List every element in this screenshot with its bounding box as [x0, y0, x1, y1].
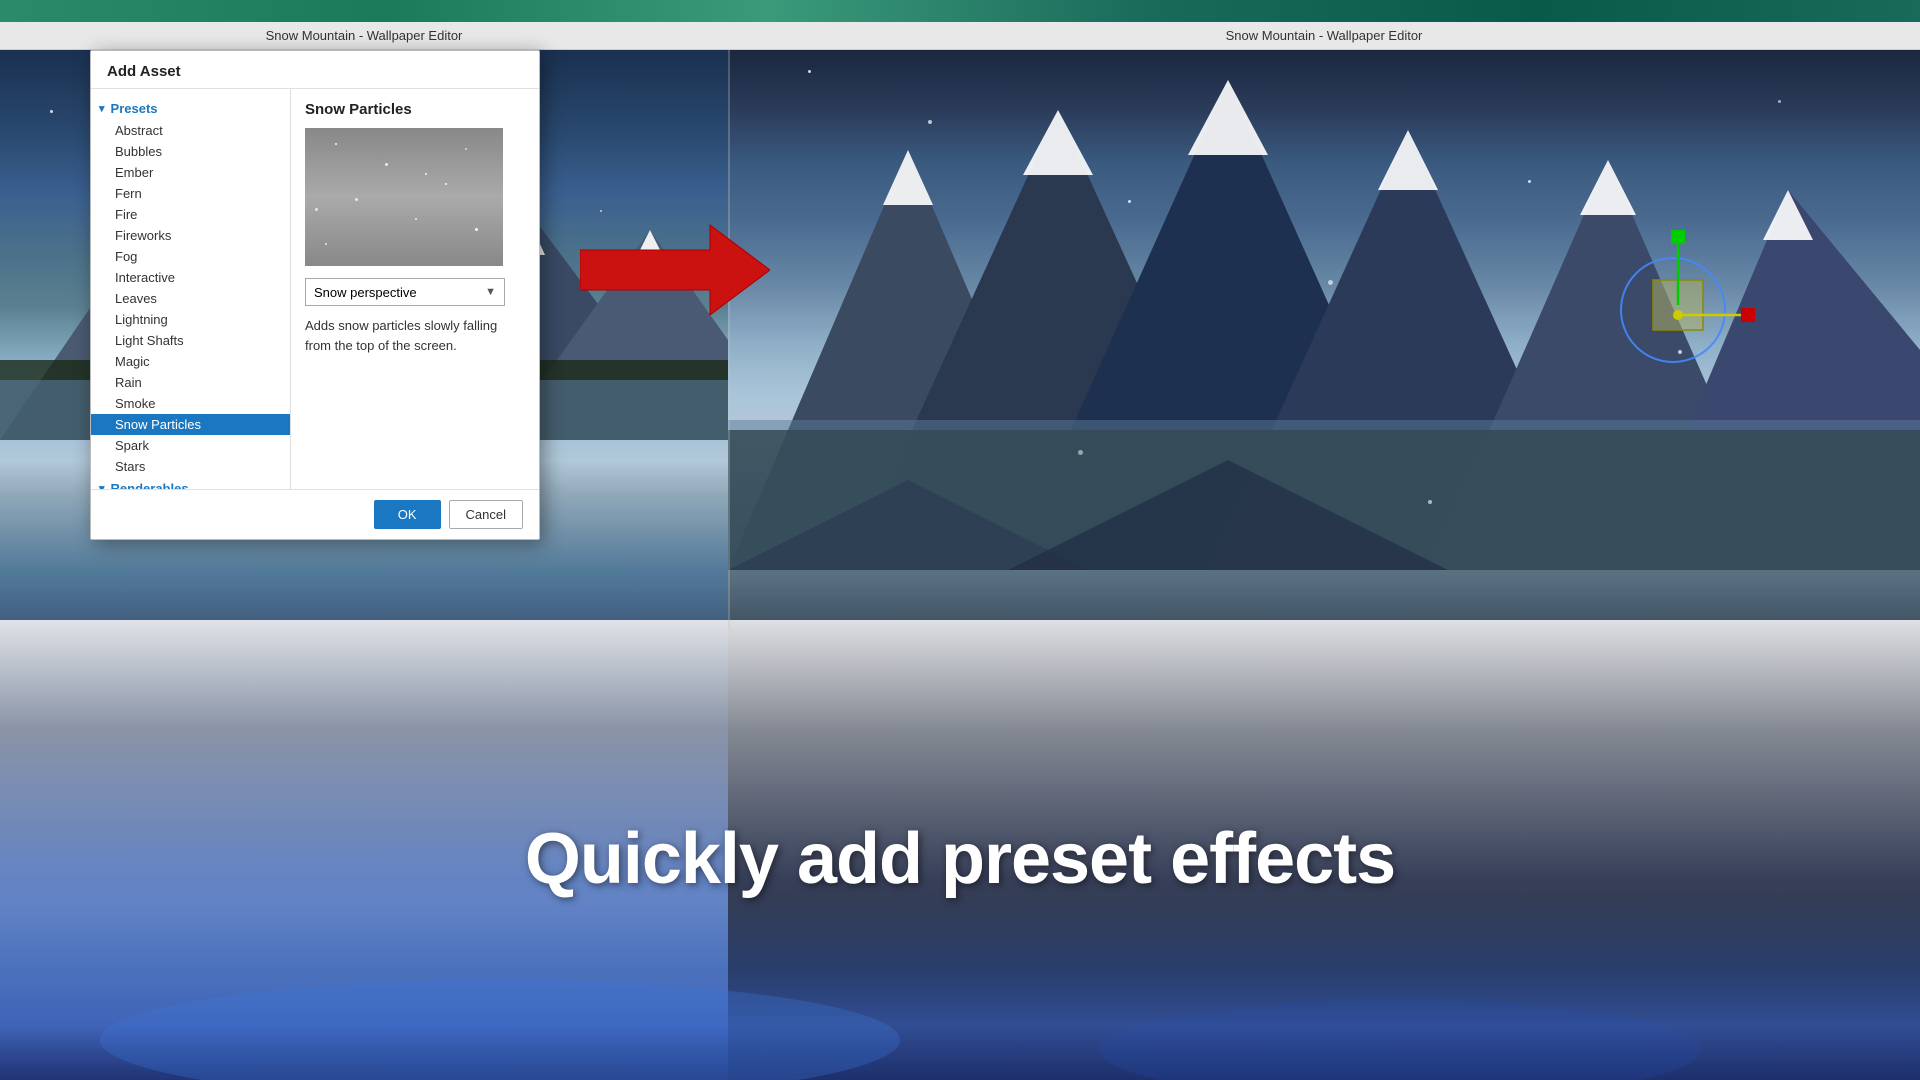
top-decorative-bar	[0, 0, 1920, 22]
app-title-right: Snow Mountain - Wallpaper Editor	[1226, 28, 1423, 43]
cancel-button[interactable]: Cancel	[449, 500, 523, 529]
bottom-glow	[0, 900, 1920, 1080]
tree-item-fire[interactable]: Fire	[91, 204, 290, 225]
renderables-collapse-icon: ▾	[99, 482, 105, 489]
tree-item-fog[interactable]: Fog	[91, 246, 290, 267]
tree-item-bubbles[interactable]: Bubbles	[91, 141, 290, 162]
preview-panel: Snow Particles Snow perspective	[291, 89, 539, 489]
renderables-section-header[interactable]: ▾ Renderables	[91, 477, 290, 489]
presets-section-header[interactable]: ▾ Presets	[91, 97, 290, 120]
tree-item-snow-particles[interactable]: Snow Particles	[91, 414, 290, 435]
presets-collapse-icon: ▾	[99, 102, 105, 115]
tree-item-interactive[interactable]: Interactive	[91, 267, 290, 288]
tree-item-spark[interactable]: Spark	[91, 435, 290, 456]
tree-item-magic[interactable]: Magic	[91, 351, 290, 372]
tree-item-light-shafts[interactable]: Light Shafts	[91, 330, 290, 351]
renderables-label: Renderables	[111, 481, 189, 489]
tree-item-rain[interactable]: Rain	[91, 372, 290, 393]
dropdown-arrow-icon: ▼	[485, 286, 496, 298]
tree-item-ember[interactable]: Ember	[91, 162, 290, 183]
tree-item-smoke[interactable]: Smoke	[91, 393, 290, 414]
center-divider	[728, 50, 730, 630]
tree-item-leaves[interactable]: Leaves	[91, 288, 290, 309]
tree-item-stars[interactable]: Stars	[91, 456, 290, 477]
title-bar-left: Snow Mountain - Wallpaper Editor	[0, 22, 728, 50]
tree-item-abstract[interactable]: Abstract	[91, 120, 290, 141]
main-headline: Quickly add preset effects	[525, 818, 1395, 900]
preview-image	[305, 128, 503, 266]
tree-panel[interactable]: ▾ Presets Abstract Bubbles Ember Fern Fi…	[91, 89, 291, 489]
transform-gizmo	[1598, 220, 1758, 380]
tree-item-fern[interactable]: Fern	[91, 183, 290, 204]
preview-title: Snow Particles	[305, 101, 525, 118]
dialog-title: Add Asset	[91, 51, 539, 89]
tree-item-lightning[interactable]: Lightning	[91, 309, 290, 330]
variant-dropdown[interactable]: Snow perspective ▼	[305, 278, 505, 306]
red-arrow	[580, 220, 770, 325]
dropdown-value: Snow perspective	[314, 285, 417, 300]
tree-item-fireworks[interactable]: Fireworks	[91, 225, 290, 246]
app-title-left: Snow Mountain - Wallpaper Editor	[266, 28, 463, 43]
dropdown-row[interactable]: Snow perspective ▼	[305, 278, 525, 306]
preview-description: Adds snow particles slowly falling from …	[305, 316, 505, 355]
title-bar-right: Snow Mountain - Wallpaper Editor	[728, 22, 1920, 50]
dialog-body: ▾ Presets Abstract Bubbles Ember Fern Fi…	[91, 89, 539, 489]
ok-button[interactable]: OK	[374, 500, 441, 529]
presets-label: Presets	[111, 101, 158, 116]
add-asset-dialog: Add Asset ▾ Presets Abstract Bubbles Emb…	[90, 50, 540, 540]
dialog-footer: OK Cancel	[91, 489, 539, 539]
